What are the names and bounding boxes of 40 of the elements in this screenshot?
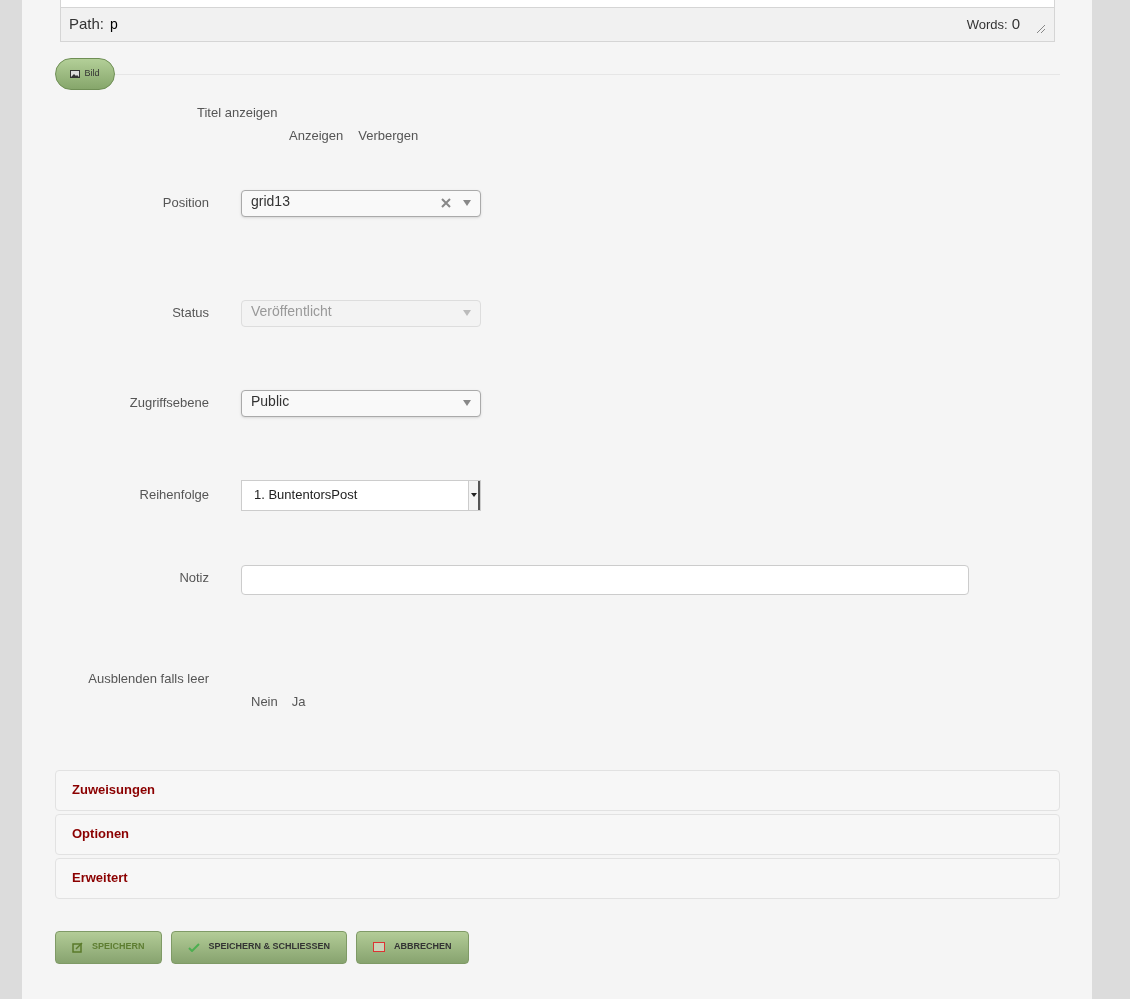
words-count: 0 bbox=[1011, 14, 1020, 35]
dropdown-caret-icon bbox=[470, 493, 477, 497]
select-value: Veröffentlicht bbox=[251, 301, 333, 321]
field-label: Ausblenden falls leer bbox=[87, 669, 209, 688]
image-icon bbox=[70, 70, 81, 78]
save-button[interactable]: SPEICHERN & SCHLIESSEN bbox=[170, 930, 348, 964]
dropdown-button[interactable] bbox=[468, 480, 480, 510]
text-field[interactable] bbox=[241, 564, 969, 595]
path-label: Path: bbox=[69, 14, 105, 35]
field-label: Notiz bbox=[178, 568, 210, 587]
path-value: p bbox=[110, 15, 118, 34]
checkmark-icon bbox=[187, 942, 200, 952]
select-field[interactable]: 1. BuntentorsPost bbox=[241, 479, 481, 511]
field-label: Reihenfolge bbox=[138, 486, 210, 505]
select-value: 1. BuntentorsPost bbox=[254, 486, 359, 505]
resize-handle-icon[interactable] bbox=[1036, 23, 1046, 34]
edit-icon bbox=[72, 941, 83, 953]
accordion-header[interactable]: Optionen bbox=[55, 813, 1060, 855]
field-label: Titel anzeigen bbox=[197, 105, 278, 120]
dropdown-caret-icon bbox=[463, 310, 471, 316]
select-value: Public bbox=[251, 391, 291, 411]
field-label: Zugriffsebene bbox=[128, 394, 210, 413]
radio-option[interactable]: Ja bbox=[291, 692, 306, 712]
radio-option[interactable]: Anzeigen bbox=[289, 126, 344, 146]
dropdown-caret-icon bbox=[463, 200, 471, 206]
select-field[interactable]: grid13 bbox=[241, 189, 481, 217]
select-value: grid13 bbox=[251, 191, 291, 211]
square-icon bbox=[373, 942, 386, 952]
radio-option[interactable]: Nein bbox=[251, 692, 278, 712]
radio-option[interactable]: Verbergen bbox=[358, 126, 419, 146]
accordion-header[interactable]: Erweitert bbox=[55, 857, 1060, 899]
words-label: Words: bbox=[966, 15, 1008, 34]
clear-icon[interactable] bbox=[441, 198, 451, 208]
field-label: Status bbox=[171, 304, 210, 323]
accordion-header[interactable]: Zuweisungen bbox=[55, 769, 1060, 811]
image-button[interactable]: Bild bbox=[55, 58, 115, 90]
cancel-button[interactable]: ABBRECHEN bbox=[356, 930, 469, 964]
field-label: Position bbox=[161, 194, 210, 213]
dropdown-caret-icon bbox=[463, 400, 471, 406]
select-field[interactable]: Public bbox=[241, 389, 481, 417]
